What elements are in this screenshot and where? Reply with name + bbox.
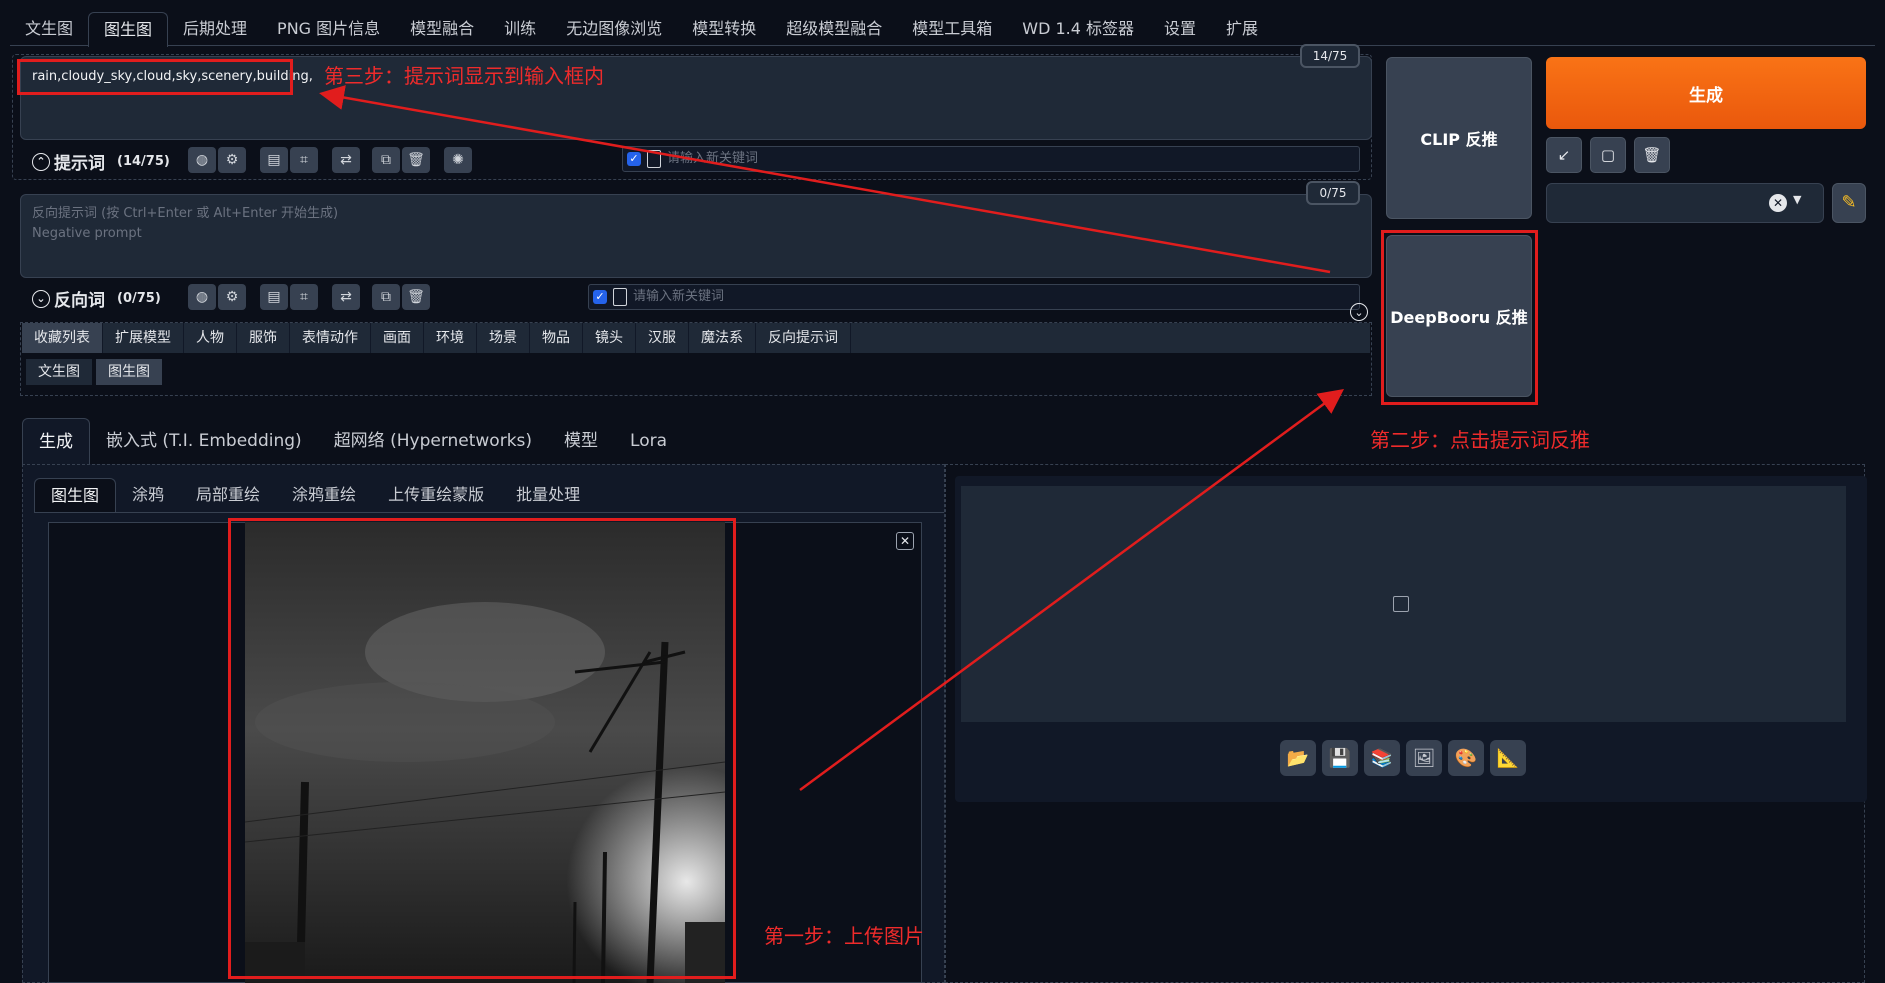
annotation-step2: 第二步：点击提示词反推 — [1370, 428, 1590, 452]
annotation-arrows — [319, 85, 1345, 792]
annotation-step3: 第三步：提示词显示到输入框内 — [324, 64, 604, 88]
annotation-step1: 第一步：上传图片 — [764, 924, 924, 948]
